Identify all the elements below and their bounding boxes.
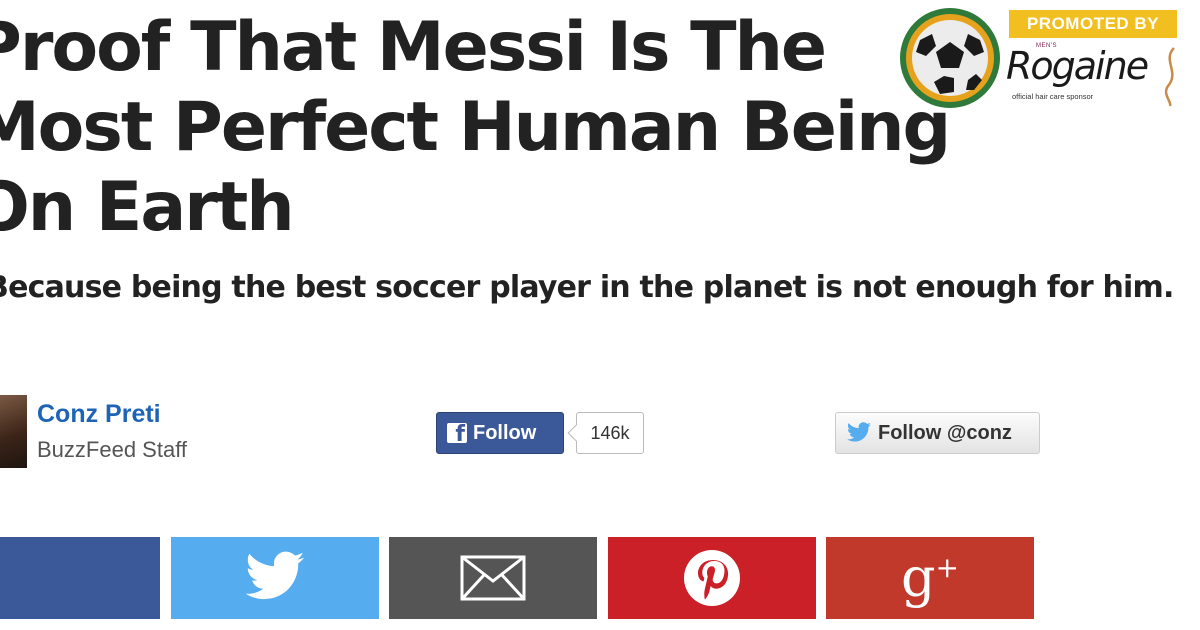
google-plus-icon: g+ (900, 546, 960, 609)
promoted-by-label: PROMOTED BY (1009, 10, 1177, 38)
title-line-3: On Earth (0, 168, 295, 247)
facebook-icon: f (447, 423, 467, 443)
twitter-bird-icon (245, 551, 305, 600)
brand-tagline: official hair care sponsor (1012, 92, 1094, 101)
article-subtitle: Because being the best soccer player in … (0, 270, 1174, 305)
brand-logo-text: Rogaine (1006, 44, 1149, 88)
author-role: BuzzFeed Staff (37, 437, 188, 462)
author-name-link[interactable]: Conz Preti (37, 400, 161, 429)
twitter-follow-label: Follow @conz (878, 421, 1012, 444)
article-title: Proof That Messi Is The Most Perfect Hum… (0, 8, 951, 248)
share-facebook-button[interactable] (0, 537, 160, 619)
envelope-icon (460, 555, 526, 601)
author-avatar[interactable] (0, 395, 27, 468)
brand-swirl-icon (1164, 47, 1175, 107)
soccer-ball-icon (900, 8, 1000, 108)
share-twitter-button[interactable] (171, 537, 379, 619)
twitter-follow-button[interactable]: Follow @conz (835, 412, 1040, 454)
title-line-2: Most Perfect Human Being (0, 88, 951, 167)
share-email-button[interactable] (389, 537, 597, 619)
pinterest-icon (684, 550, 740, 606)
share-google-plus-button[interactable]: g+ (826, 537, 1034, 619)
facebook-follow-button[interactable]: f Follow (436, 412, 564, 454)
facebook-follow-label: Follow (473, 421, 537, 444)
twitter-bird-icon (847, 422, 871, 442)
title-line-1: Proof That Messi Is The (0, 8, 827, 87)
share-pinterest-button[interactable] (608, 537, 816, 619)
sponsor-badge[interactable]: PROMOTED BY MEN'S Rogaine official hair … (896, 4, 1200, 114)
facebook-follower-count: 146k (576, 412, 644, 454)
